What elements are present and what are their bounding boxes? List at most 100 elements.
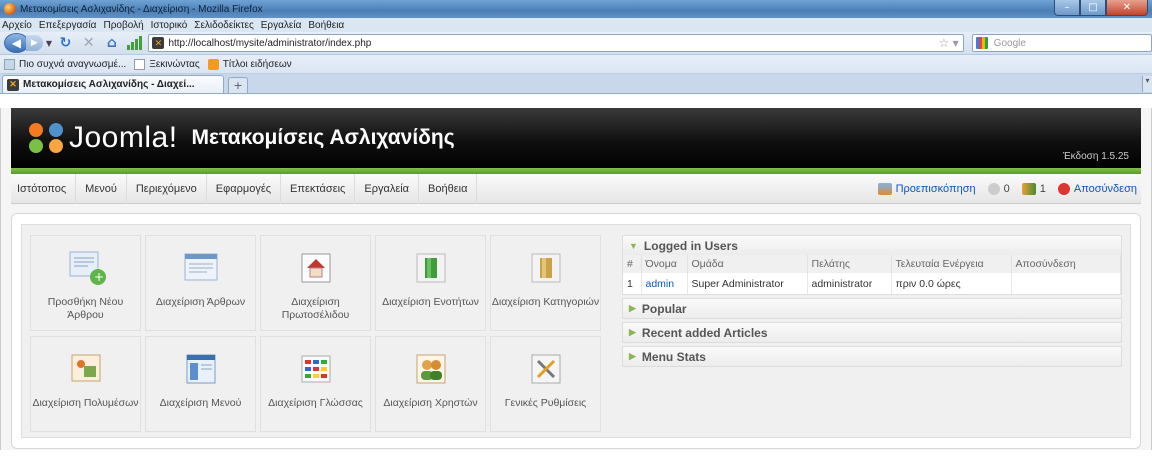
site-favicon: ✕ — [152, 37, 165, 49]
menu-extensions[interactable]: Επεκτάσεις — [281, 173, 356, 204]
admin-menu: Ιστότοπος Μενού Περιεχόμενο Εφαρμογές Επ… — [11, 173, 1141, 204]
new-tab-button[interactable]: + — [228, 77, 248, 93]
joomla-logo-icon — [29, 123, 65, 153]
pane-title: Popular — [641, 301, 687, 316]
recent-articles-toggle[interactable]: ▶ Recent added Articles — [623, 323, 1121, 342]
page-content: Joomla! Μετακομίσεις Ασλιχανίδης Έκδοση … — [0, 108, 1152, 450]
col-group[interactable]: Ομάδα — [687, 255, 808, 273]
page-icon — [134, 58, 146, 70]
users-online-count[interactable]: 1 — [1040, 183, 1046, 195]
logged-users-toggle[interactable]: ▼ Logged in Users — [623, 236, 1121, 255]
menu-icon — [179, 351, 223, 387]
firefox-icon — [4, 3, 16, 15]
menu-edit[interactable]: Επεξεργασία — [39, 20, 97, 31]
menu-bookmarks[interactable]: Σελιδοδείκτες — [194, 20, 253, 31]
bookmark-headlines[interactable]: Τίτλοι ειδήσεων — [207, 58, 292, 70]
quickicon-label: Διαχείριση Μενού — [159, 397, 242, 409]
maximize-button[interactable]: □ — [1080, 0, 1106, 16]
menu-view[interactable]: Προβολή — [103, 20, 143, 31]
tab-label: Μετακομίσεις Ασλιχανίδης - Διαχεί... — [23, 79, 195, 90]
article-manager-icon — [179, 250, 223, 286]
quickicon-language-manager[interactable]: Διαχείριση Γλώσσας — [260, 336, 371, 432]
quick-icons-grid: + Προσθήκη Νέου Άρθρου Διαχείριση Άρθρων… — [30, 235, 608, 432]
version-label: Έκδοση 1.5.25 — [1062, 151, 1129, 162]
preview-link[interactable]: Προεπισκόπηση — [896, 183, 976, 195]
col-logout: Αποσύνδεση — [1011, 255, 1121, 273]
search-box[interactable]: Google ⚲ — [971, 34, 1152, 52]
user-link[interactable]: admin — [646, 278, 675, 290]
menu-help[interactable]: Βοήθεια — [419, 173, 478, 204]
logged-users-table: # Όνομα Ομάδα Πελάτης Τελευταία Ενέργεια… — [623, 255, 1121, 294]
bookmark-label: Τίτλοι ειδήσεων — [222, 58, 292, 70]
collapsed-arrow-icon: ▶ — [629, 303, 636, 313]
rss-icon — [207, 58, 219, 70]
pane-title: Menu Stats — [641, 349, 706, 364]
quickicon-global-configuration[interactable]: Γενικές Ρυθμίσεις — [490, 336, 601, 432]
col-client[interactable]: Πελάτης — [807, 255, 892, 273]
joomla-logo: Joomla! — [29, 121, 178, 155]
menu-stats-pane: ▶ Menu Stats — [622, 346, 1122, 367]
close-window-button[interactable]: ✕ — [1106, 0, 1148, 16]
stop-icon[interactable]: ✕ — [81, 35, 96, 51]
home-icon[interactable]: ⌂ — [104, 35, 119, 51]
section-icon — [409, 250, 453, 286]
quickicon-label: Διαχείριση Άρθρων — [155, 296, 246, 308]
quickicon-add-article[interactable]: + Προσθήκη Νέου Άρθρου — [30, 235, 141, 331]
menu-menus[interactable]: Μενού — [76, 173, 127, 204]
bookmark-most-visited[interactable]: Πιο συχνά αναγνωσμέ... — [4, 58, 126, 70]
signal-icon[interactable] — [127, 36, 143, 50]
menu-site[interactable]: Ιστότοπος — [11, 173, 77, 204]
menu-tools[interactable]: Εργαλεία — [355, 173, 420, 204]
popular-toggle[interactable]: ▶ Popular — [623, 299, 1121, 318]
menu-content[interactable]: Περιεχόμενο — [127, 173, 207, 204]
bookmark-getting-started[interactable]: Ξεκινώντας — [134, 58, 200, 70]
quickicon-user-manager[interactable]: Διαχείριση Χρηστών — [375, 336, 486, 432]
col-name[interactable]: Όνομα — [641, 255, 688, 273]
col-last-activity[interactable]: Τελευταία Ενέργεια — [891, 255, 1012, 273]
url-text: http://localhost/mysite/administrator/in… — [168, 37, 372, 49]
menu-components[interactable]: Εφαρμογές — [207, 173, 282, 204]
quickicon-label: Προσθήκη Νέου Άρθρου — [47, 296, 124, 321]
quickicon-label: Γενικές Ρυθμίσεις — [504, 397, 587, 409]
quickicon-label: Διαχείριση Πρωτοσέλιδου — [281, 296, 350, 321]
table-header-row: # Όνομα Ομάδα Πελάτης Τελευταία Ενέργεια… — [623, 255, 1121, 273]
messages-icon — [987, 182, 1000, 195]
messages-count[interactable]: 0 — [1004, 183, 1010, 195]
bookmark-label: Ξεκινώντας — [149, 58, 200, 70]
logout-link[interactable]: Αποσύνδεση — [1074, 183, 1137, 195]
menu-stats-toggle[interactable]: ▶ Menu Stats — [623, 347, 1121, 366]
quickicon-section-manager[interactable]: Διαχείριση Ενοτήτων — [375, 235, 486, 331]
menu-file[interactable]: Αρχείο — [2, 20, 32, 31]
col-num: # — [623, 255, 642, 273]
menu-tools[interactable]: Εργαλεία — [261, 20, 302, 31]
google-icon — [975, 37, 988, 49]
menu-history[interactable]: Ιστορικό — [151, 20, 188, 31]
pane-title: Logged in Users — [643, 238, 738, 253]
quickicon-category-manager[interactable]: Διαχείριση Κατηγοριών — [490, 235, 601, 331]
quickicon-frontpage-manager[interactable]: Διαχείριση Πρωτοσέλιδου — [260, 235, 371, 331]
language-icon — [294, 351, 338, 387]
bookmark-star-icon[interactable]: ☆ ▾ — [939, 36, 959, 50]
forward-button[interactable]: ▶ — [25, 35, 43, 51]
quickicon-label: Διαχείριση Κατηγοριών — [491, 296, 600, 308]
quickicon-label: Διαχείριση Χρηστών — [383, 397, 478, 409]
quickicon-article-manager[interactable]: Διαχείριση Άρθρων — [145, 235, 256, 331]
logout-icon — [1057, 182, 1070, 195]
modules-column: ▼ Logged in Users # Όνομα Ομάδα Πελάτης … — [622, 235, 1122, 427]
reload-icon[interactable]: ↻ — [58, 35, 73, 51]
menu-help[interactable]: Βοήθεια — [308, 20, 344, 31]
quickicon-menu-manager[interactable]: Διαχείριση Μενού — [145, 336, 256, 432]
minimize-button[interactable]: – — [1054, 0, 1080, 16]
history-dropdown-icon[interactable]: ▼ — [46, 39, 52, 48]
quickicon-label: Διαχείριση Γλώσσας — [268, 397, 363, 409]
joomla-wordmark: Joomla! — [69, 121, 178, 154]
tab-list-button[interactable]: ▾ — [1142, 76, 1152, 92]
logged-users-pane: ▼ Logged in Users # Όνομα Ομάδα Πελάτης … — [622, 235, 1122, 295]
quickicon-media-manager[interactable]: Διαχείριση Πολυμέσων — [30, 336, 141, 432]
tab-joomla-admin[interactable]: ✕ Μετακομίσεις Ασλιχανίδης - Διαχεί... — [2, 75, 224, 93]
row-num: 1 — [623, 273, 642, 294]
joomla-favicon: ✕ — [7, 78, 19, 91]
window-title: Μετακομίσεις Ασλιχανίδης - Διαχείριση - … — [20, 3, 263, 15]
url-bar[interactable]: ✕ http://localhost/mysite/administrator/… — [148, 34, 964, 52]
svg-text:+: + — [94, 270, 104, 284]
